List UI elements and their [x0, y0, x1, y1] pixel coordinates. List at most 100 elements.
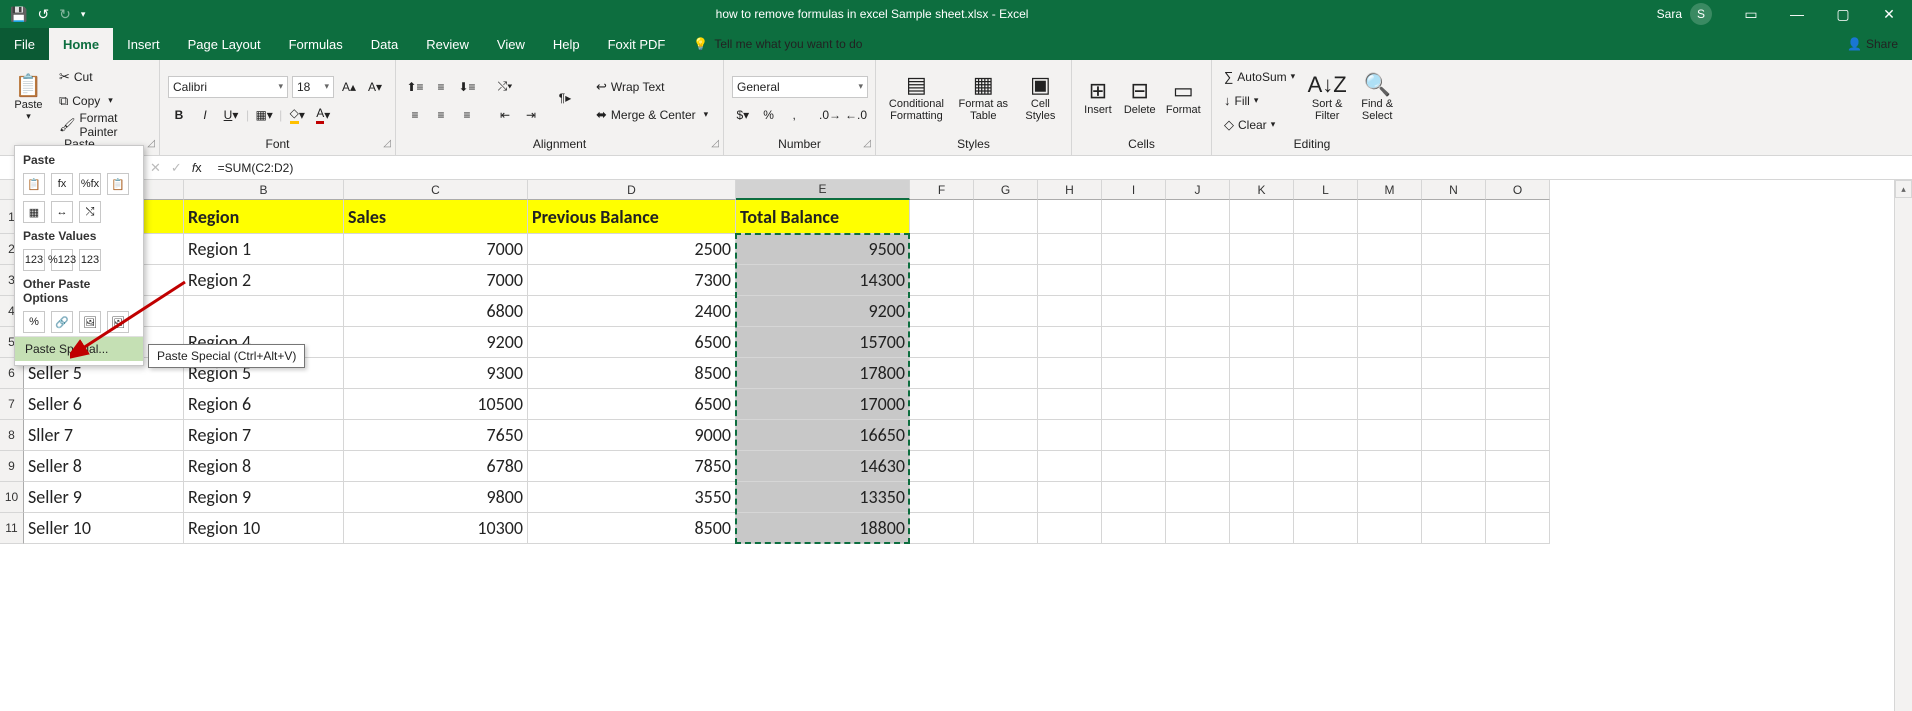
tab-insert[interactable]: Insert	[113, 28, 174, 60]
autosum-button[interactable]: ∑AutoSum▾	[1220, 66, 1299, 88]
number-format-dropdown[interactable]: General▾	[732, 76, 868, 98]
cell[interactable]: Region 2	[184, 265, 344, 296]
cell[interactable]: Region 1	[184, 234, 344, 265]
maximize-button[interactable]: ▢	[1820, 0, 1866, 28]
cell[interactable]: 6500	[528, 327, 736, 358]
cell[interactable]: 8500	[528, 358, 736, 389]
cell[interactable]	[1230, 420, 1294, 451]
cell[interactable]: 9200	[344, 327, 528, 358]
cell[interactable]: 17000	[736, 389, 910, 420]
column-header-E[interactable]: E	[736, 180, 910, 200]
cancel-icon[interactable]: ✕	[150, 160, 161, 176]
cell[interactable]	[1038, 358, 1102, 389]
tab-formulas[interactable]: Formulas	[275, 28, 357, 60]
qat-dropdown-icon[interactable]: ▾	[81, 9, 86, 20]
column-header-K[interactable]: K	[1230, 180, 1294, 200]
cell[interactable]: Sller 7	[24, 420, 184, 451]
cell[interactable]	[910, 296, 974, 327]
cell[interactable]: 9000	[528, 420, 736, 451]
rtl-button[interactable]: ¶▸	[554, 87, 576, 109]
cell[interactable]	[910, 234, 974, 265]
column-header-O[interactable]: O	[1486, 180, 1550, 200]
cell[interactable]	[1230, 296, 1294, 327]
cell[interactable]	[974, 482, 1038, 513]
cell[interactable]: 8500	[528, 513, 736, 544]
cell[interactable]	[1102, 513, 1166, 544]
cell[interactable]	[1486, 389, 1550, 420]
cell[interactable]	[1358, 482, 1422, 513]
conditional-formatting-button[interactable]: ▤Conditional Formatting	[884, 64, 949, 130]
font-size-dropdown[interactable]: 18▾	[292, 76, 334, 98]
format-as-table-button[interactable]: ▦Format as Table	[955, 64, 1012, 130]
tab-data[interactable]: Data	[357, 28, 412, 60]
cell[interactable]: 7000	[344, 265, 528, 296]
cell[interactable]: 14300	[736, 265, 910, 296]
cell[interactable]	[1486, 451, 1550, 482]
fx-icon[interactable]: fx	[192, 160, 202, 175]
cell[interactable]	[1038, 451, 1102, 482]
cell[interactable]	[1166, 327, 1230, 358]
cell[interactable]	[1166, 482, 1230, 513]
italic-button[interactable]: I	[194, 104, 216, 126]
cell[interactable]	[1486, 482, 1550, 513]
column-header-F[interactable]: F	[910, 180, 974, 200]
row-header[interactable]: 8	[0, 420, 24, 451]
cell[interactable]	[1294, 513, 1358, 544]
find-select-button[interactable]: 🔍Find & Select	[1355, 64, 1399, 130]
cell[interactable]	[1038, 200, 1102, 234]
cell[interactable]	[184, 296, 344, 327]
cell[interactable]	[1230, 200, 1294, 234]
row-header[interactable]: 11	[0, 513, 24, 544]
cell[interactable]: 13350	[736, 482, 910, 513]
cell[interactable]	[974, 234, 1038, 265]
cell[interactable]	[1166, 451, 1230, 482]
cell[interactable]	[1102, 234, 1166, 265]
cell[interactable]	[1358, 265, 1422, 296]
cell[interactable]	[1294, 234, 1358, 265]
tab-file[interactable]: File	[0, 28, 49, 60]
bold-button[interactable]: B	[168, 104, 190, 126]
paste-formulas-number-icon[interactable]: %fx	[79, 173, 101, 195]
cell[interactable]	[1422, 234, 1486, 265]
paste-no-borders-icon[interactable]: ▦	[23, 201, 45, 223]
cell[interactable]	[1102, 327, 1166, 358]
cell[interactable]	[1102, 296, 1166, 327]
tab-foxit-pdf[interactable]: Foxit PDF	[594, 28, 680, 60]
cell[interactable]	[1422, 482, 1486, 513]
cell[interactable]	[1422, 358, 1486, 389]
cell[interactable]	[974, 451, 1038, 482]
user-name[interactable]: Sara	[1649, 7, 1690, 21]
cell[interactable]	[910, 265, 974, 296]
dialog-launcher-icon[interactable]: ◿	[383, 137, 391, 151]
cell[interactable]	[1038, 265, 1102, 296]
row-header[interactable]: 7	[0, 389, 24, 420]
increase-decimal-button[interactable]: .0→	[819, 104, 841, 126]
redo-icon[interactable]: ↻	[59, 6, 71, 23]
align-middle-button[interactable]: ≡	[430, 76, 452, 98]
cell[interactable]	[1102, 389, 1166, 420]
cell[interactable]	[1230, 265, 1294, 296]
cell[interactable]	[974, 513, 1038, 544]
cell[interactable]: 7000	[344, 234, 528, 265]
cell[interactable]	[1166, 296, 1230, 327]
cell[interactable]	[974, 327, 1038, 358]
cell[interactable]	[1422, 200, 1486, 234]
cell[interactable]	[1230, 451, 1294, 482]
cell[interactable]	[1038, 327, 1102, 358]
align-right-button[interactable]: ≡	[456, 104, 478, 126]
paste-keep-widths-icon[interactable]: ↔	[51, 201, 73, 223]
column-header-J[interactable]: J	[1166, 180, 1230, 200]
cell[interactable]: Seller 6	[24, 389, 184, 420]
cell[interactable]	[1166, 234, 1230, 265]
paste-picture-icon[interactable]: 🖼	[79, 311, 101, 333]
paste-transpose-icon[interactable]: ⤭	[79, 201, 101, 223]
enter-icon[interactable]: ✓	[171, 160, 182, 176]
cell[interactable]	[1102, 358, 1166, 389]
column-header-D[interactable]: D	[528, 180, 736, 200]
cell[interactable]	[910, 482, 974, 513]
cell[interactable]: Seller 8	[24, 451, 184, 482]
cell[interactable]: Region 9	[184, 482, 344, 513]
ribbon-display-icon[interactable]: ▭	[1728, 0, 1774, 28]
cell[interactable]: 6800	[344, 296, 528, 327]
align-left-button[interactable]: ≡	[404, 104, 426, 126]
